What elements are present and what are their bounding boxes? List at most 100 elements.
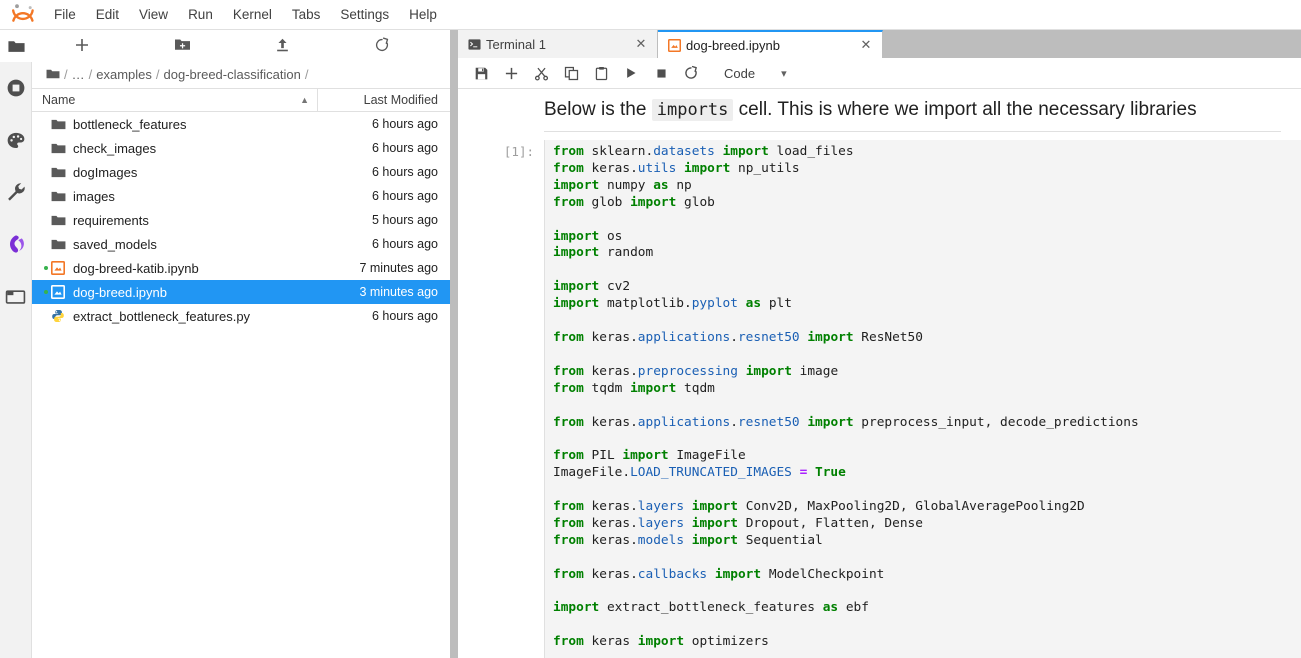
folder-icon bbox=[51, 142, 73, 155]
sidebar-item-running[interactable] bbox=[0, 62, 32, 114]
markdown-cell[interactable]: Below is the imports cell. This is where… bbox=[544, 89, 1281, 132]
save-button[interactable] bbox=[466, 60, 496, 86]
running-kernel-dot bbox=[42, 290, 50, 294]
restart-kernel-button[interactable] bbox=[676, 60, 706, 86]
menu-item-help[interactable]: Help bbox=[399, 3, 447, 26]
notebook-icon bbox=[51, 261, 73, 275]
refresh-icon bbox=[374, 37, 390, 53]
folder-icon bbox=[51, 166, 73, 179]
new-launcher-button[interactable] bbox=[32, 31, 132, 59]
list-item[interactable]: requirements 5 hours ago bbox=[32, 208, 450, 232]
insert-cell-below-button[interactable] bbox=[496, 60, 526, 86]
file-name: requirements bbox=[73, 213, 330, 228]
jupyter-logo-icon bbox=[6, 1, 40, 29]
run-cell-button[interactable] bbox=[616, 60, 646, 86]
file-name: dog-breed-katib.ipynb bbox=[73, 261, 330, 276]
breadcrumb-examples[interactable]: examples bbox=[93, 67, 155, 82]
sidebar-item-file-browser[interactable] bbox=[0, 30, 32, 62]
column-header-name[interactable]: Name ▲ bbox=[32, 93, 317, 107]
menu-item-settings[interactable]: Settings bbox=[330, 3, 399, 26]
cut-cells-button[interactable] bbox=[526, 60, 556, 86]
list-item[interactable]: dog-breed-katib.ipynb 7 minutes ago bbox=[32, 256, 450, 280]
refresh-file-list-button[interactable] bbox=[332, 31, 432, 59]
new-folder-button[interactable] bbox=[132, 31, 232, 59]
breadcrumb-dog-breed-classification[interactable]: dog-breed-classification bbox=[161, 67, 304, 82]
menu-item-edit[interactable]: Edit bbox=[86, 3, 129, 26]
list-item[interactable]: extract_bottleneck_features.py 6 hours a… bbox=[32, 304, 450, 328]
tab-dog-breed-ipynb[interactable]: dog-breed.ipynb ✕ bbox=[658, 30, 883, 58]
folder-icon bbox=[51, 190, 73, 203]
file-list-header: Name ▲ Last Modified bbox=[32, 88, 450, 112]
file-name: dogImages bbox=[73, 165, 330, 180]
file-browser-panel: / … / examples / dog-breed-classificatio… bbox=[32, 30, 450, 658]
notebook-icon bbox=[668, 39, 686, 52]
list-item[interactable]: images 6 hours ago bbox=[32, 184, 450, 208]
notebook-icon bbox=[51, 285, 73, 299]
save-icon bbox=[474, 66, 489, 81]
restart-icon bbox=[683, 65, 699, 81]
plus-icon bbox=[504, 66, 519, 81]
tab-terminal-1[interactable]: Terminal 1 ✕ bbox=[458, 30, 658, 58]
notebook-content: Below is the imports cell. This is where… bbox=[458, 89, 1301, 658]
file-browser-toolbar bbox=[32, 30, 450, 60]
menu-item-kernel[interactable]: Kernel bbox=[223, 3, 282, 26]
folder-icon bbox=[51, 118, 73, 131]
sidebar-item-property-inspector[interactable] bbox=[0, 166, 32, 218]
menu-item-view[interactable]: View bbox=[129, 3, 178, 26]
markdown-inline-code: imports bbox=[652, 99, 734, 121]
folder-icon bbox=[51, 214, 73, 227]
list-item[interactable]: check_images 6 hours ago bbox=[32, 136, 450, 160]
file-list: bottleneck_features 6 hours ago check_im… bbox=[32, 112, 450, 658]
column-header-last-modified[interactable]: Last Modified bbox=[317, 89, 450, 111]
clipboard-icon bbox=[594, 66, 609, 81]
menu-bar: File Edit View Run Kernel Tabs Settings … bbox=[0, 0, 1301, 30]
stop-square-icon bbox=[655, 67, 668, 80]
column-header-last-modified-label: Last Modified bbox=[364, 93, 438, 107]
paste-cells-button[interactable] bbox=[586, 60, 616, 86]
sidebar-item-command-palette[interactable] bbox=[0, 114, 32, 166]
menu-item-tabs[interactable]: Tabs bbox=[282, 3, 331, 26]
breadcrumb-ellipsis[interactable]: … bbox=[69, 67, 88, 82]
tab-label: Terminal 1 bbox=[486, 37, 633, 52]
wrench-icon bbox=[6, 182, 26, 202]
chevron-down-icon: ▾ bbox=[781, 67, 787, 80]
file-name: images bbox=[73, 189, 330, 204]
list-item[interactable]: saved_models 6 hours ago bbox=[32, 232, 450, 256]
upload-icon bbox=[275, 37, 290, 53]
file-browser-icon bbox=[7, 37, 26, 56]
kubeflow-icon bbox=[6, 234, 26, 254]
upload-files-button[interactable] bbox=[232, 31, 332, 59]
copy-cells-button[interactable] bbox=[556, 60, 586, 86]
menu-item-run[interactable]: Run bbox=[178, 3, 223, 26]
markdown-text-after: cell. This is where we import all the ne… bbox=[733, 99, 1196, 120]
scissors-icon bbox=[534, 66, 549, 81]
close-icon[interactable]: ✕ bbox=[858, 37, 874, 53]
interrupt-kernel-button[interactable] bbox=[646, 60, 676, 86]
tab-label: dog-breed.ipynb bbox=[686, 38, 858, 53]
column-header-name-label: Name bbox=[42, 93, 75, 107]
play-icon bbox=[624, 66, 638, 80]
menu-item-file[interactable]: File bbox=[44, 3, 86, 26]
menu-item-list: File Edit View Run Kernel Tabs Settings … bbox=[44, 3, 447, 26]
activity-sidebar bbox=[0, 30, 32, 658]
breadcrumb-home-icon[interactable] bbox=[46, 68, 60, 80]
list-item[interactable]: bottleneck_features 6 hours ago bbox=[32, 112, 450, 136]
folder-icon bbox=[51, 238, 73, 251]
list-item[interactable]: dogImages 6 hours ago bbox=[32, 160, 450, 184]
sidebar-item-kubeflow[interactable] bbox=[0, 218, 32, 270]
sidebar-item-open-tabs[interactable] bbox=[0, 270, 32, 322]
panel-resize-handle[interactable] bbox=[450, 30, 458, 658]
close-icon[interactable]: ✕ bbox=[633, 36, 649, 52]
notebook-toolbar: Code ▾ bbox=[458, 58, 1301, 89]
file-modified: 3 minutes ago bbox=[330, 285, 450, 299]
file-name: bottleneck_features bbox=[73, 117, 330, 132]
file-name: saved_models bbox=[73, 237, 330, 252]
code-editor[interactable]: from sklearn.datasets import load_files … bbox=[544, 140, 1301, 658]
cell-type-value: Code bbox=[724, 66, 755, 81]
code-cell[interactable]: [1]: from sklearn.datasets import load_f… bbox=[458, 132, 1301, 658]
list-item-selected[interactable]: dog-breed.ipynb 3 minutes ago bbox=[32, 280, 450, 304]
file-modified: 6 hours ago bbox=[330, 237, 450, 251]
python-icon bbox=[51, 309, 73, 323]
cell-type-dropdown[interactable]: Code ▾ bbox=[720, 64, 791, 83]
jupyterlab-window: File Edit View Run Kernel Tabs Settings … bbox=[0, 0, 1301, 658]
